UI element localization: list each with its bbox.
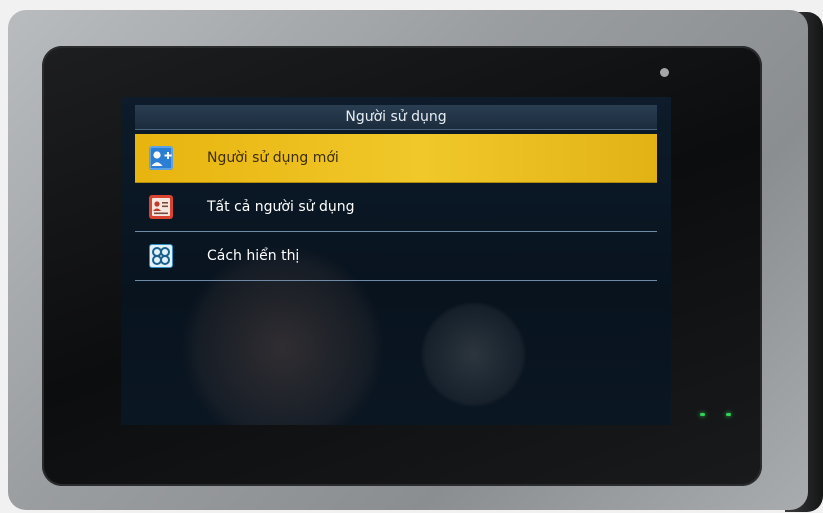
menu-item-label: Người sử dụng mới <box>207 150 339 166</box>
page-title: Người sử dụng <box>135 105 657 130</box>
user-list-icon <box>149 195 173 219</box>
display-style-icon <box>149 244 173 268</box>
user-menu: Người sử dụng mới Tất cả người sử dụng C… <box>135 134 657 281</box>
menu-item-label: Tất cả người sử dụng <box>207 199 355 215</box>
menu-item-label: Cách hiển thị <box>207 248 300 264</box>
menu-item-all-users[interactable]: Tất cả người sử dụng <box>135 183 657 232</box>
add-user-icon <box>149 146 173 170</box>
menu-item-display-style[interactable]: Cách hiển thị <box>135 232 657 281</box>
status-led-1 <box>700 413 705 416</box>
light-sensor <box>660 68 669 77</box>
glare-reflection <box>421 302 526 407</box>
lcd-screen: Người sử dụng Người sử dụng mới Tất cả n… <box>121 97 671 425</box>
status-led-2 <box>726 413 731 416</box>
menu-item-new-user[interactable]: Người sử dụng mới <box>135 134 657 183</box>
